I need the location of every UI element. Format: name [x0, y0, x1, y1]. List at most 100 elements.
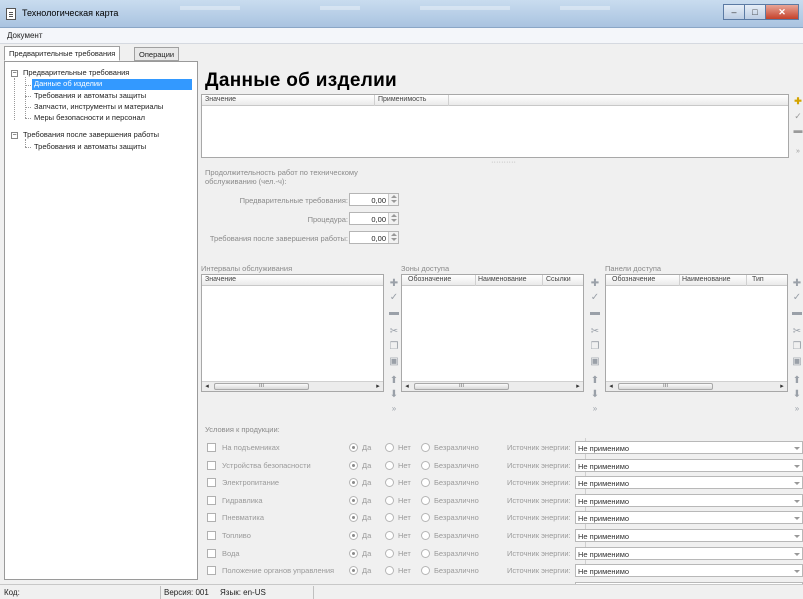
radio-any[interactable]	[421, 495, 430, 505]
radio-no[interactable]	[385, 460, 394, 470]
condition-checkbox[interactable]	[207, 460, 216, 470]
panels-grid[interactable]: Обозначение Наименование Тип ◂ ııı ▸	[605, 274, 788, 392]
energy-source-select[interactable]: Не применимо	[575, 511, 803, 525]
tree-item-product-data[interactable]: Данные об изделии	[32, 79, 192, 90]
tree-group-post-work[interactable]: Требования после завершения работы	[23, 130, 159, 139]
scroll-thumb[interactable]: ııı	[214, 383, 309, 390]
zones-grid[interactable]: Обозначение Наименование Ссылки ◂ ııı ▸	[401, 274, 584, 392]
radio-yes[interactable]	[349, 513, 358, 523]
scroll-left-icon[interactable]: ◂	[402, 382, 412, 391]
move-down-icon[interactable]: ⬇	[791, 389, 803, 401]
column-header-name[interactable]: Наименование	[682, 276, 731, 283]
tab-operations[interactable]: Операции	[134, 47, 180, 61]
check-icon[interactable]: ✓	[388, 292, 400, 304]
energy-source-select[interactable]: Не применимо	[575, 564, 803, 578]
intervals-grid[interactable]: Значение ◂ ııı ▸	[201, 274, 384, 392]
check-icon[interactable]: ✓	[791, 292, 803, 304]
duration-procedure-field[interactable]: 0,00	[349, 212, 399, 225]
duration-post-field[interactable]: 0,00	[349, 231, 399, 244]
condition-checkbox[interactable]	[207, 495, 216, 505]
column-header-value[interactable]: Значение	[205, 96, 236, 103]
check-icon[interactable]: ✓	[589, 292, 601, 304]
scroll-right-icon[interactable]: ▸	[777, 382, 787, 391]
tree-item-parts-tools[interactable]: Запчасти, инструменты и материалы	[34, 102, 163, 111]
move-up-icon[interactable]: ⬆	[791, 375, 803, 387]
radio-no[interactable]	[385, 566, 394, 576]
collapse-icon[interactable]: −	[11, 70, 18, 77]
cut-icon[interactable]: ✂	[589, 326, 601, 338]
remove-icon[interactable]: ▬	[791, 307, 803, 319]
radio-no[interactable]	[385, 495, 394, 505]
tree-item-protection[interactable]: Требования и автоматы защиты	[34, 91, 146, 100]
horizontal-scrollbar[interactable]: ◂ ııı ▸	[202, 381, 383, 391]
spin-icon[interactable]	[388, 213, 398, 224]
energy-source-select[interactable]: Не применимо	[575, 441, 803, 454]
expand-icon[interactable]: »	[589, 403, 601, 415]
radio-no[interactable]	[385, 513, 394, 523]
radio-yes[interactable]	[349, 566, 358, 576]
copy-icon[interactable]: ❐	[388, 341, 400, 353]
tree-group-prerequisites[interactable]: Предварительные требования	[23, 68, 129, 77]
scroll-right-icon[interactable]: ▸	[373, 382, 383, 391]
maximize-button[interactable]: □	[744, 4, 766, 20]
minimize-button[interactable]: –	[723, 4, 745, 20]
tree-item-post-protection[interactable]: Требования и автоматы защиты	[34, 142, 146, 151]
cut-icon[interactable]: ✂	[791, 326, 803, 338]
paste-icon[interactable]: ▣	[589, 356, 601, 368]
radio-any[interactable]	[421, 531, 430, 540]
remove-icon[interactable]: ▬	[793, 125, 803, 135]
applicability-grid[interactable]: Значение Применимость	[201, 94, 789, 158]
radio-yes[interactable]	[349, 531, 358, 540]
column-header-name[interactable]: Наименование	[478, 276, 527, 283]
copy-icon[interactable]: ❐	[791, 341, 803, 353]
close-button[interactable]: ✕	[765, 4, 799, 20]
condition-checkbox[interactable]	[207, 478, 216, 488]
scroll-thumb[interactable]: ııı	[414, 383, 509, 390]
radio-any[interactable]	[421, 443, 430, 452]
scroll-thumb[interactable]: ııı	[618, 383, 713, 390]
expand-icon[interactable]: »	[791, 403, 803, 415]
energy-source-select[interactable]: Не применимо	[575, 546, 803, 560]
move-up-icon[interactable]: ⬆	[589, 375, 601, 387]
column-header-applicability[interactable]: Применимость	[378, 96, 426, 103]
radio-any[interactable]	[421, 460, 430, 470]
radio-yes[interactable]	[349, 478, 358, 488]
radio-any[interactable]	[421, 548, 430, 558]
collapse-icon[interactable]: −	[11, 132, 18, 139]
remove-icon[interactable]: ▬	[388, 307, 400, 319]
radio-yes[interactable]	[349, 460, 358, 470]
spin-icon[interactable]	[388, 194, 398, 205]
move-up-icon[interactable]: ⬆	[388, 375, 400, 387]
radio-no[interactable]	[385, 531, 394, 540]
expand-icon[interactable]: »	[793, 147, 803, 157]
spin-icon[interactable]	[388, 232, 398, 243]
energy-source-select[interactable]: Не применимо	[575, 529, 803, 542]
column-header-value[interactable]: Значение	[205, 276, 236, 283]
radio-no[interactable]	[385, 548, 394, 558]
condition-checkbox[interactable]	[207, 513, 216, 523]
menu-document[interactable]: Документ	[7, 31, 43, 40]
move-down-icon[interactable]: ⬇	[589, 389, 601, 401]
add-icon[interactable]: ✚	[791, 278, 803, 290]
condition-checkbox[interactable]	[207, 548, 216, 558]
duration-prerequisites-field[interactable]: 0,00	[349, 193, 399, 206]
radio-any[interactable]	[421, 566, 430, 576]
cut-icon[interactable]: ✂	[388, 326, 400, 338]
energy-source-select[interactable]: Не применимо	[575, 476, 803, 490]
copy-icon[interactable]: ❐	[589, 341, 601, 353]
scroll-left-icon[interactable]: ◂	[606, 382, 616, 391]
radio-any[interactable]	[421, 513, 430, 523]
energy-source-select[interactable]: Не применимо	[575, 493, 803, 507]
radio-any[interactable]	[421, 478, 430, 488]
radio-yes[interactable]	[349, 495, 358, 505]
radio-no[interactable]	[385, 478, 394, 488]
scroll-left-icon[interactable]: ◂	[202, 382, 212, 391]
tab-prerequisites[interactable]: Предварительные требования	[4, 46, 121, 61]
energy-source-select[interactable]: Не применимо	[575, 458, 803, 472]
condition-checkbox[interactable]	[207, 531, 216, 540]
column-header-designation[interactable]: Обозначение	[612, 276, 655, 283]
condition-checkbox[interactable]	[207, 443, 216, 452]
column-header-links[interactable]: Ссылки	[546, 276, 571, 283]
radio-no[interactable]	[385, 443, 394, 452]
expand-icon[interactable]: »	[388, 403, 400, 415]
